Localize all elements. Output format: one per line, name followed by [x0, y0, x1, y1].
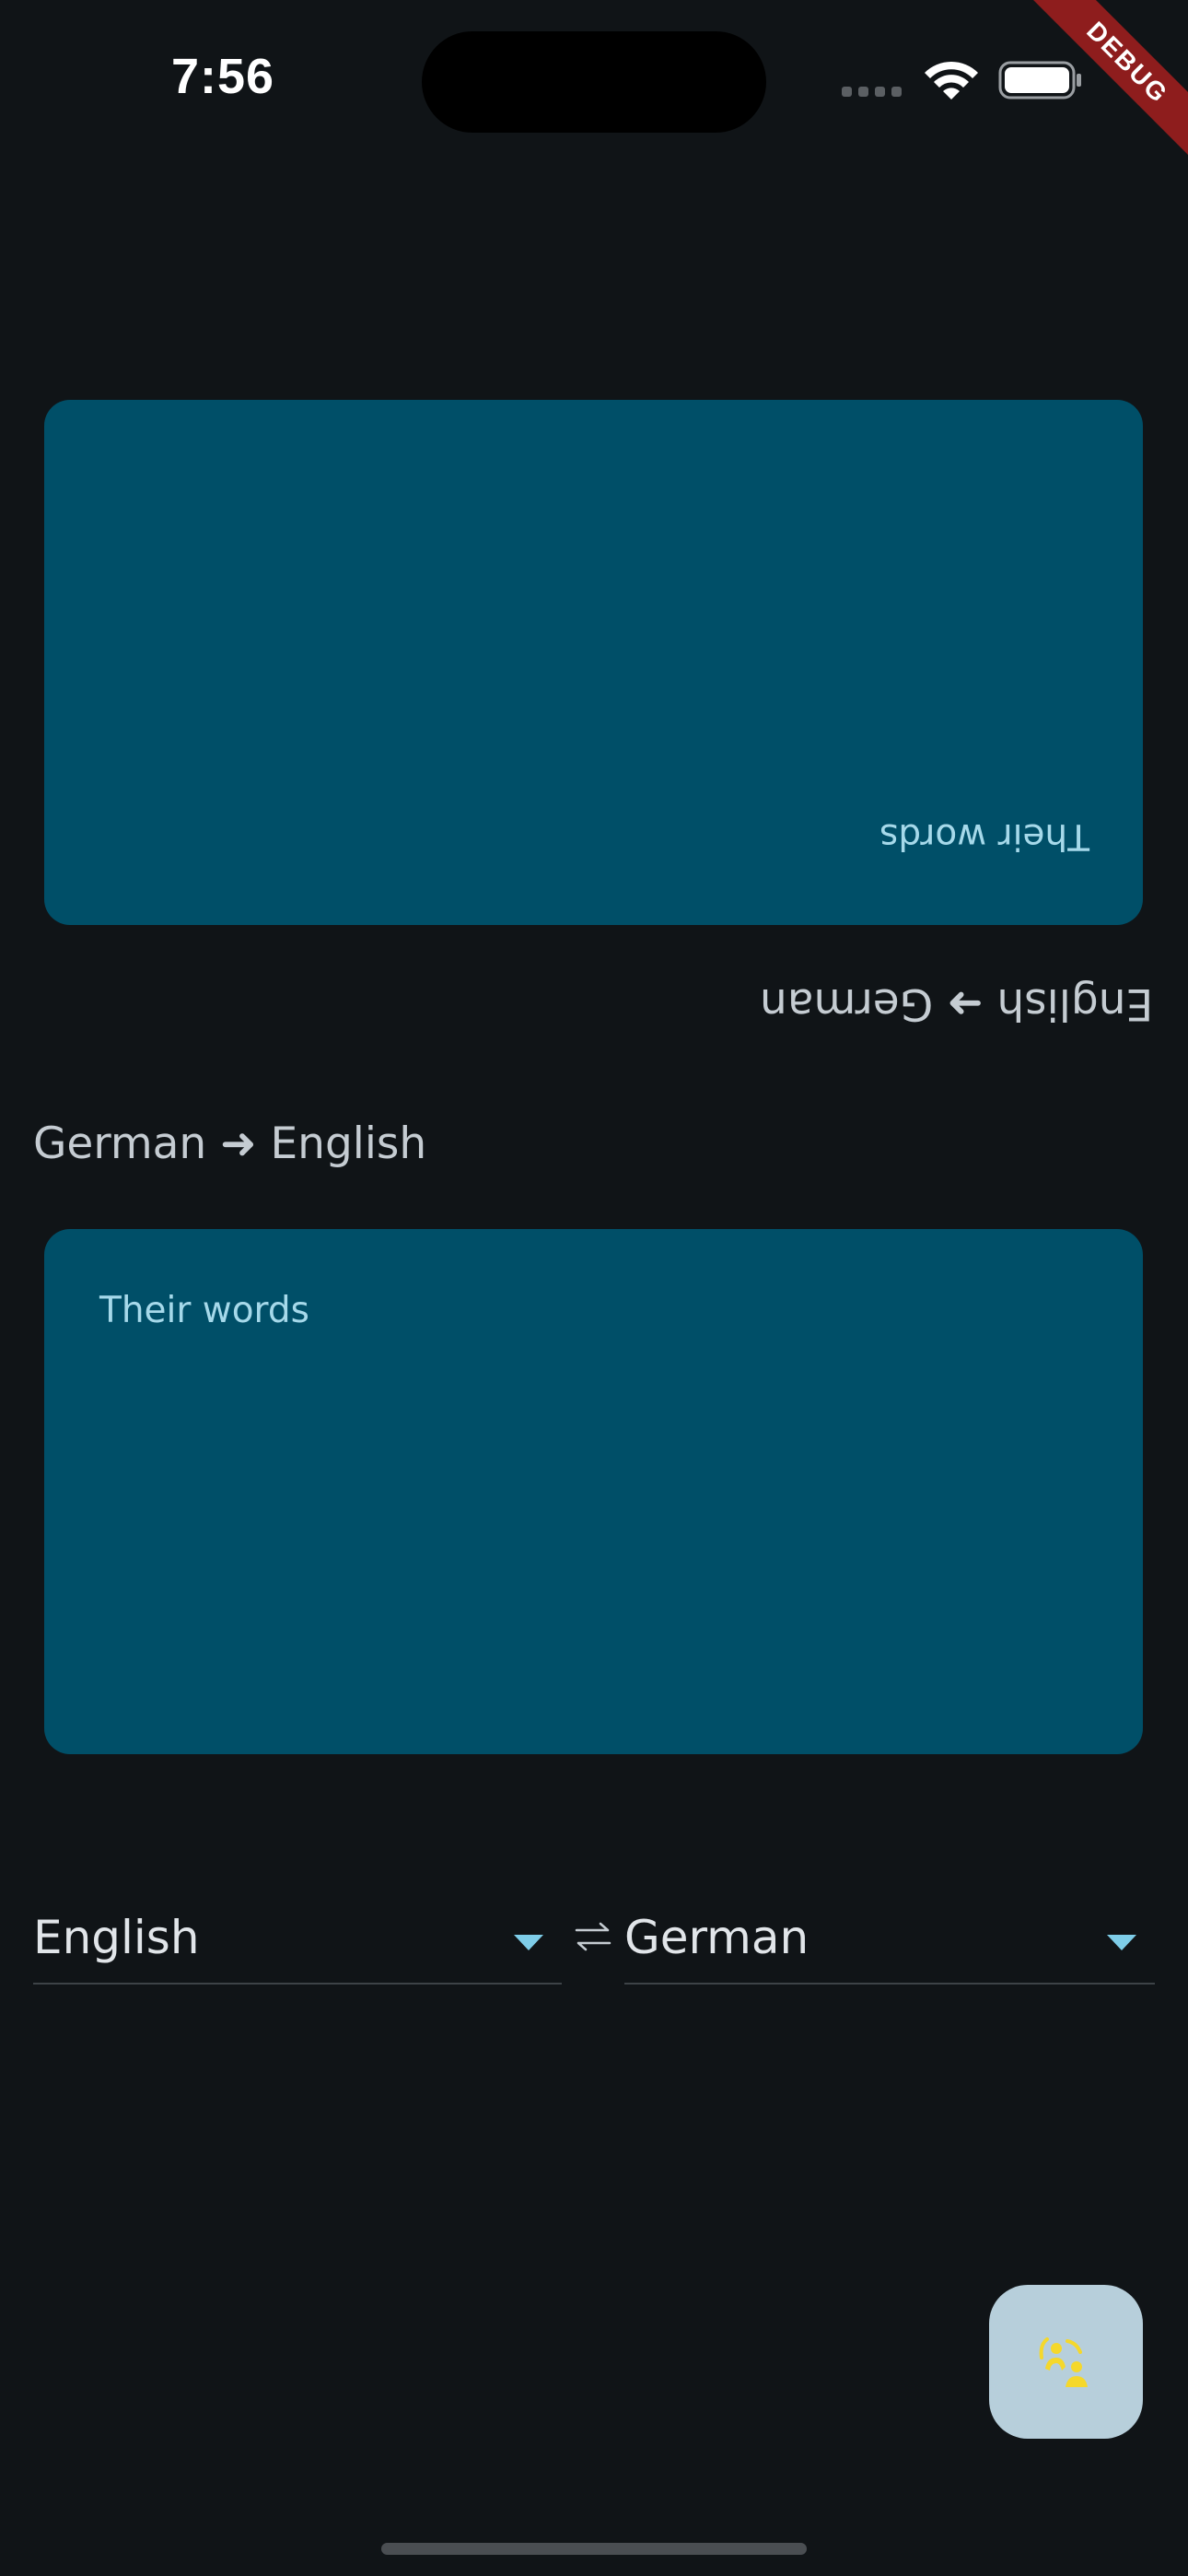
home-indicator[interactable] [381, 2543, 807, 2555]
swap-horiz-icon[interactable] [573, 1920, 613, 1953]
target-language-dropdown[interactable]: German [624, 1898, 1155, 1985]
direction-label: German ➜ English [33, 1118, 427, 1169]
dynamic-island [422, 31, 766, 133]
their-words-card[interactable]: Their words [44, 1229, 1143, 1754]
debug-banner-label: DEBUG [1013, 0, 1188, 177]
source-language-value: English [33, 1911, 200, 1964]
conversation-icon [1039, 2336, 1088, 2387]
arrow-drop-down-icon [1107, 1935, 1136, 1950]
arrow-drop-down-icon [514, 1935, 543, 1950]
wifi-icon [925, 61, 978, 100]
debug-banner: DEBUG [1004, 0, 1188, 184]
their-words-placeholder-flipped: Their words [879, 815, 1089, 857]
status-bar-time: 7:56 [171, 49, 275, 104]
cellular-signal-icon [842, 87, 902, 97]
source-language-dropdown[interactable]: English [33, 1898, 562, 1985]
target-language-value: German [624, 1911, 809, 1964]
conversation-fab[interactable] [989, 2285, 1143, 2439]
their-words-card-flipped[interactable]: Their words [44, 400, 1143, 925]
their-words-placeholder: Their words [99, 1290, 309, 1331]
direction-label-flipped: English ➜ German [759, 978, 1153, 1029]
